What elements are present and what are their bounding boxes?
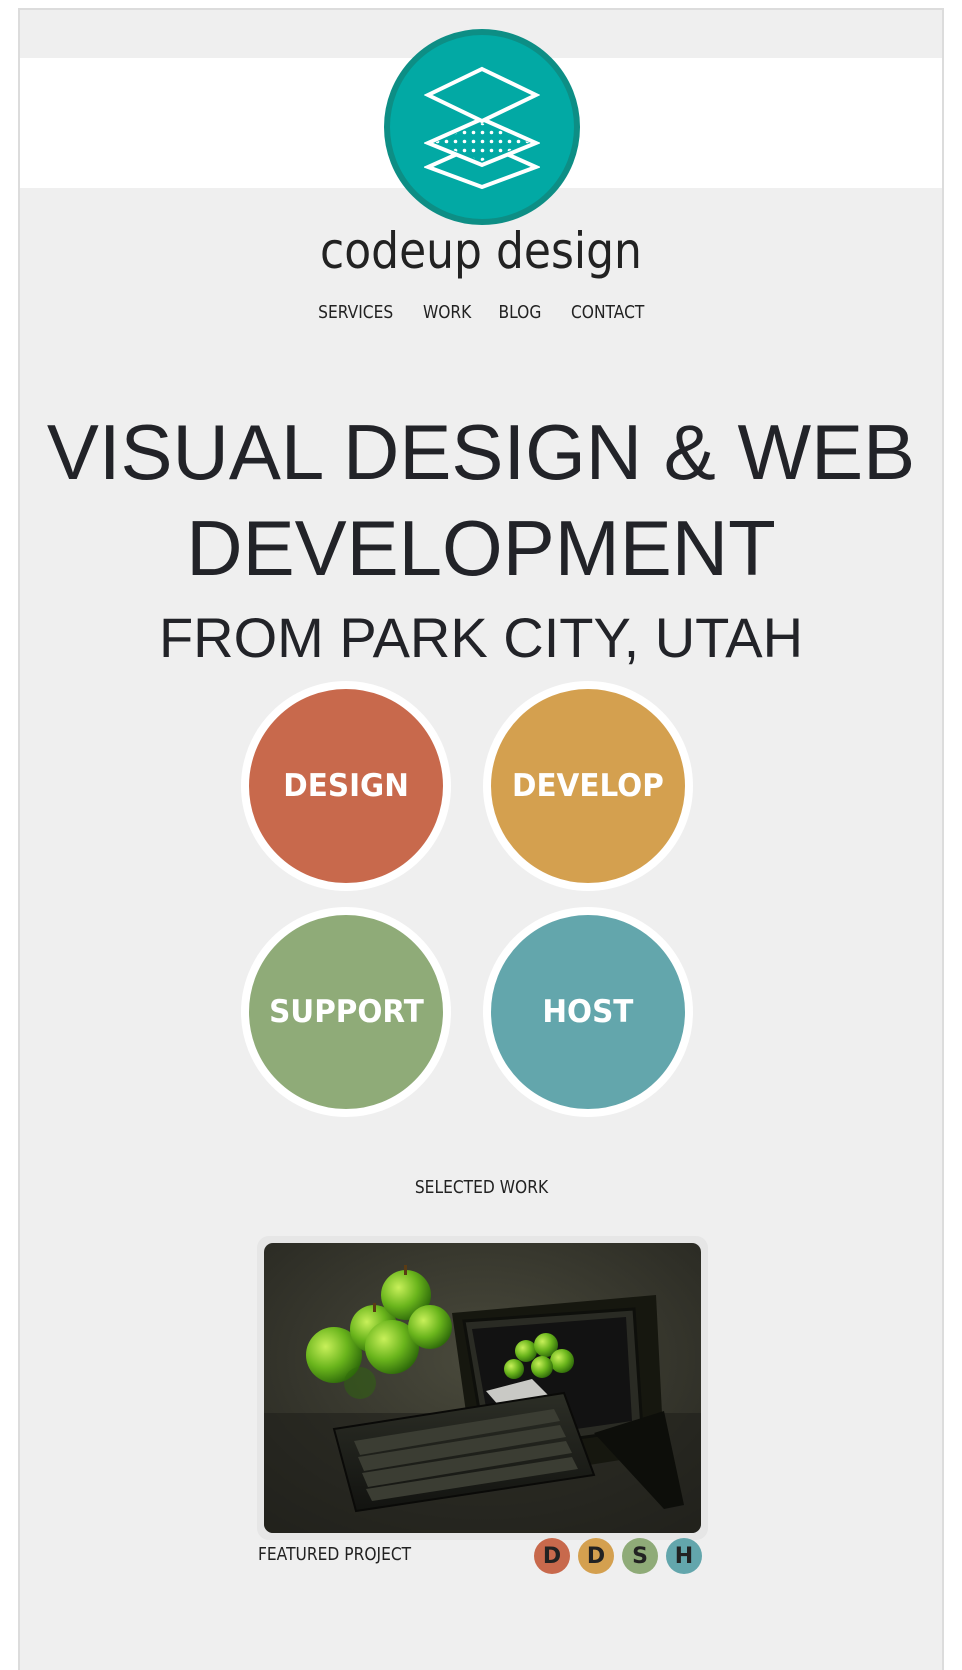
service-design-button[interactable]: DESIGN: [241, 681, 451, 891]
nav-item-services[interactable]: SERVICES: [318, 302, 393, 323]
hero-subheadline: FROM PARK CITY, UTAH: [158, 606, 804, 669]
hero-headline: VISUAL DESIGN & WEB DEVELOPMENT: [20, 404, 942, 596]
service-host-label: HOST: [542, 994, 634, 1030]
page: codeup design SERVICES WORK BLOG CONTACT…: [18, 8, 944, 1670]
featured-project-card[interactable]: [257, 1236, 708, 1540]
tag-develop-badge: D: [578, 1538, 614, 1574]
featured-project-label: FEATURED PROJECT: [258, 1544, 412, 1565]
selected-work-title: SELECTED WORK: [414, 1177, 548, 1198]
service-develop-label: DEVELOP: [512, 768, 664, 804]
nav-item-work[interactable]: WORK: [423, 302, 471, 323]
service-support-label: SUPPORT: [268, 994, 424, 1030]
featured-project-image: [264, 1243, 701, 1533]
service-develop-button[interactable]: DEVELOP: [483, 681, 693, 891]
main-nav: SERVICES WORK BLOG CONTACT: [20, 302, 942, 323]
logo[interactable]: [384, 29, 580, 225]
hero-headline-line1: VISUAL DESIGN & WEB: [46, 408, 916, 496]
tag-support-badge: S: [622, 1538, 658, 1574]
nav-item-blog[interactable]: BLOG: [499, 302, 542, 323]
nav-item-contact[interactable]: CONTACT: [571, 302, 644, 323]
service-design-label: DESIGN: [283, 768, 409, 804]
tag-design-badge: D: [534, 1538, 570, 1574]
service-support-button[interactable]: SUPPORT: [241, 907, 451, 1117]
service-host-button[interactable]: HOST: [483, 907, 693, 1117]
tag-host-badge: H: [666, 1538, 702, 1574]
layers-icon: [424, 66, 540, 189]
selected-work-heading: SELECTED WORK: [20, 1177, 942, 1198]
hero-headline-line2: DEVELOPMENT: [186, 504, 776, 592]
brand-name[interactable]: codeup design: [75, 222, 886, 280]
project-tags: D D S H: [534, 1538, 702, 1576]
